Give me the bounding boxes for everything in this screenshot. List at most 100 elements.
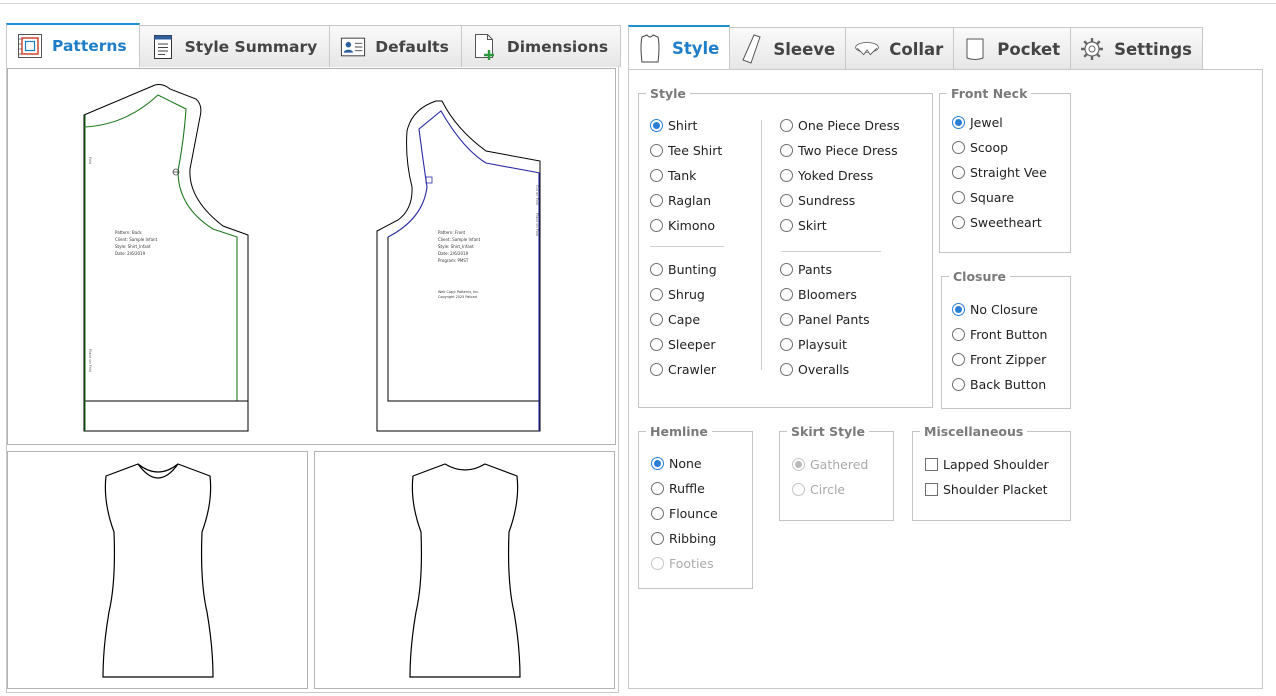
option-label: Pants	[798, 262, 832, 277]
tab-collar[interactable]: Collar	[845, 27, 955, 70]
radio[interactable]	[952, 166, 965, 179]
radio-disabled	[651, 557, 664, 570]
style-option-shirt[interactable]: Shirt	[650, 118, 697, 133]
radio[interactable]	[650, 144, 663, 157]
radio[interactable]	[651, 532, 664, 545]
radio[interactable]	[780, 363, 793, 376]
hemline-option-none[interactable]: None	[651, 456, 702, 471]
radio-selected[interactable]	[952, 303, 965, 316]
radio[interactable]	[650, 338, 663, 351]
option-label: Crawler	[668, 362, 717, 377]
closure-option-back-button[interactable]: Back Button	[952, 377, 1046, 392]
radio[interactable]	[780, 313, 793, 326]
radio[interactable]	[780, 144, 793, 157]
style-option-shrug[interactable]: Shrug	[650, 287, 705, 302]
tab-settings[interactable]: Settings	[1070, 27, 1203, 70]
option-label: Cape	[668, 312, 701, 327]
radio[interactable]	[651, 482, 664, 495]
radio[interactable]	[650, 219, 663, 232]
style-option-crawler[interactable]: Crawler	[650, 362, 716, 377]
neck-option-scoop[interactable]: Scoop	[952, 140, 1008, 155]
style-option-tee-shirt[interactable]: Tee Shirt	[650, 143, 722, 158]
radio[interactable]	[780, 194, 793, 207]
style-option-tank[interactable]: Tank	[650, 168, 696, 183]
tab-label: Sleeve	[773, 39, 836, 59]
neck-option-straight-vee[interactable]: Straight Vee	[952, 165, 1047, 180]
style-option-cape[interactable]: Cape	[650, 312, 700, 327]
style-option-yoked-dress[interactable]: Yoked Dress	[780, 168, 873, 183]
neck-option-square[interactable]: Square	[952, 190, 1014, 205]
checkbox[interactable]	[925, 458, 938, 471]
front-info-line: Style: Shirt_Infant	[438, 244, 474, 249]
style-option-bunting[interactable]: Bunting	[650, 262, 717, 277]
style-option-panel-pants[interactable]: Panel Pants	[780, 312, 870, 327]
misc-option-shoulder-placket[interactable]: Shoulder Placket	[925, 482, 1048, 497]
tab-label: Style	[672, 39, 720, 58]
style-option-kimono[interactable]: Kimono	[650, 218, 715, 233]
skirt-option-circle: Circle	[792, 482, 845, 497]
neck-option-jewel[interactable]: Jewel	[952, 115, 1003, 130]
front-pattern-piece[interactable]	[376, 100, 541, 432]
radio[interactable]	[952, 378, 965, 391]
style-option-pants[interactable]: Pants	[780, 262, 832, 277]
style-option-skirt[interactable]: Skirt	[780, 218, 827, 233]
style-option-sleeper[interactable]: Sleeper	[650, 337, 716, 352]
style-option-overalls[interactable]: Overalls	[780, 362, 849, 377]
back-info-line: Client: Sample Infant	[115, 237, 158, 242]
tab-dimensions[interactable]: Dimensions	[460, 25, 622, 67]
misc-option-lapped-shoulder[interactable]: Lapped Shoulder	[925, 457, 1049, 472]
radio[interactable]	[780, 338, 793, 351]
tab-label: Settings	[1114, 39, 1192, 59]
style-option-playsuit[interactable]: Playsuit	[780, 337, 847, 352]
radio-disabled-selected	[792, 458, 805, 471]
option-label: No Closure	[970, 302, 1038, 317]
tab-defaults[interactable]: Defaults	[329, 25, 462, 67]
style-option-sundress[interactable]: Sundress	[780, 193, 855, 208]
hemline-option-ruffle[interactable]: Ruffle	[651, 481, 705, 496]
radio-selected[interactable]	[952, 116, 965, 129]
hemline-legend: Hemline	[650, 424, 708, 439]
closure-option-front-zipper[interactable]: Front Zipper	[952, 352, 1046, 367]
radio[interactable]	[952, 328, 965, 341]
hemline-option-ribbing[interactable]: Ribbing	[651, 531, 716, 546]
radio[interactable]	[780, 219, 793, 232]
tab-pocket[interactable]: Pocket	[953, 27, 1072, 70]
back-pattern-piece[interactable]	[83, 84, 249, 432]
radio-selected[interactable]	[650, 119, 663, 132]
tab-style[interactable]: Style	[628, 25, 731, 70]
radio[interactable]	[650, 263, 663, 276]
radio[interactable]	[650, 288, 663, 301]
radio[interactable]	[952, 141, 965, 154]
radio[interactable]	[952, 216, 965, 229]
radio[interactable]	[952, 353, 965, 366]
tab-style-summary[interactable]: Style Summary	[138, 25, 331, 67]
radio-selected[interactable]	[651, 457, 664, 470]
closure-option-no-closure[interactable]: No Closure	[952, 302, 1038, 317]
style-option-two-piece-dress[interactable]: Two Piece Dress	[780, 143, 898, 158]
tab-sleeve[interactable]: Sleeve	[729, 27, 847, 70]
style-option-bloomers[interactable]: Bloomers	[780, 287, 857, 302]
checkbox[interactable]	[925, 483, 938, 496]
radio[interactable]	[952, 191, 965, 204]
radio[interactable]	[780, 119, 793, 132]
neck-option-sweetheart[interactable]: Sweetheart	[952, 215, 1042, 230]
radio[interactable]	[650, 194, 663, 207]
hemline-option-flounce[interactable]: Flounce	[651, 506, 718, 521]
style-option-raglan[interactable]: Raglan	[650, 193, 711, 208]
radio[interactable]	[650, 313, 663, 326]
tab-patterns[interactable]: Patterns	[6, 23, 140, 67]
closure-option-front-button[interactable]: Front Button	[952, 327, 1047, 342]
radio[interactable]	[650, 169, 663, 182]
option-label: Skirt	[798, 218, 827, 233]
radio[interactable]	[651, 507, 664, 520]
radio[interactable]	[780, 263, 793, 276]
option-label: Shrug	[668, 287, 705, 302]
front-info-line: Client: Sample Infant	[438, 237, 481, 242]
hemline-option-footies: Footies	[651, 556, 714, 571]
pattern-icon	[17, 33, 43, 59]
radio[interactable]	[650, 363, 663, 376]
option-label: Shoulder Placket	[943, 482, 1048, 497]
style-option-one-piece-dress[interactable]: One Piece Dress	[780, 118, 900, 133]
radio[interactable]	[780, 288, 793, 301]
radio[interactable]	[780, 169, 793, 182]
